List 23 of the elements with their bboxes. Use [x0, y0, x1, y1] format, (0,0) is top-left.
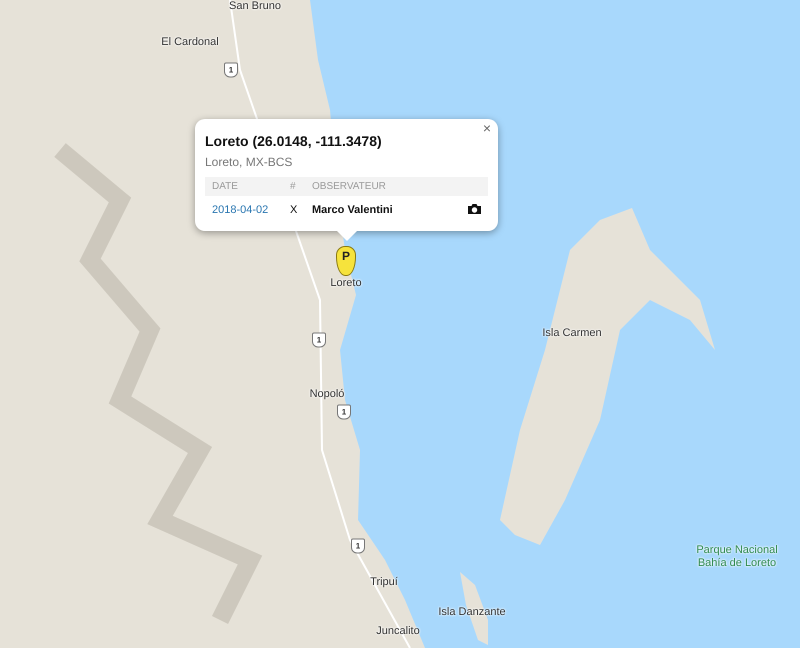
popup-title: Loreto (26.0148, -111.3478): [205, 133, 383, 149]
place-label: Tripuí: [370, 576, 398, 589]
close-button[interactable]: ×: [480, 120, 494, 136]
column-header: #: [289, 180, 297, 194]
camera-icon[interactable]: [468, 204, 481, 214]
date-link[interactable]: 2018-04-02: [212, 204, 268, 216]
highway-shield: 1: [224, 62, 238, 78]
column-header: DATE: [211, 180, 239, 194]
place-label: Isla Carmen: [542, 327, 602, 340]
place-label: Loreto: [330, 277, 362, 290]
highway-shield: 1: [312, 332, 326, 348]
place-label: Isla Danzante: [438, 606, 506, 619]
column-header: OBSERVATEUR: [311, 180, 387, 194]
table-cell-text: Marco Valentini: [311, 203, 394, 218]
highway-shield: 1: [337, 404, 351, 420]
table-cell-text: X: [289, 203, 298, 218]
popup-subtitle: Loreto, MX-BCS: [205, 155, 294, 169]
place-label: Nopoló: [310, 388, 344, 401]
place-label: San Bruno: [229, 0, 281, 13]
place-label: Parque Nacional Bahía de Loreto: [695, 544, 779, 570]
place-label: El Cardonal: [161, 36, 219, 49]
highway-shield: 1: [351, 538, 365, 554]
place-label: Juncalito: [376, 625, 420, 638]
